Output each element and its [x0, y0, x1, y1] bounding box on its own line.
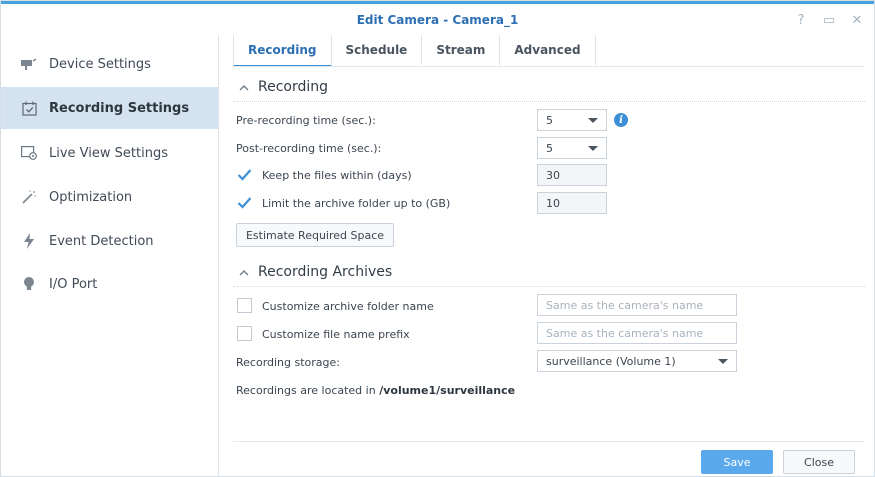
tab-stream[interactable]: Stream	[422, 35, 501, 65]
sidebar-item-label: Event Detection	[49, 233, 154, 249]
sidebar-item-device-settings[interactable]: Device Settings	[1, 43, 218, 85]
lightning-icon	[21, 233, 37, 249]
calendar-check-icon	[21, 100, 37, 116]
section-divider	[233, 101, 865, 102]
keep-files-days-input[interactable]: 30	[537, 164, 607, 186]
sidebar: Device Settings Recording Settings Live …	[1, 35, 219, 476]
sidebar-item-label: I/O Port	[49, 276, 98, 292]
recording-section-header[interactable]: Recording	[239, 79, 328, 95]
info-icon[interactable]: i	[614, 113, 628, 127]
section-title: Recording Archives	[258, 264, 393, 280]
tab-bar: Recording Schedule Stream Advanced	[233, 35, 596, 67]
camera-icon	[21, 56, 37, 72]
footer-divider	[233, 441, 865, 442]
limit-archive-gb-input[interactable]: 10	[537, 192, 607, 214]
chevron-down-icon	[718, 359, 728, 364]
save-button[interactable]: Save	[701, 450, 773, 474]
recording-storage-select[interactable]: surveillance (Volume 1)	[537, 350, 737, 372]
sidebar-item-label: Optimization	[49, 189, 133, 205]
sidebar-item-optimization[interactable]: Optimization	[1, 176, 218, 218]
tab-schedule[interactable]: Schedule	[332, 35, 423, 65]
sidebar-item-label: Live View Settings	[49, 145, 168, 161]
location-prefix: Recordings are located in	[236, 384, 380, 397]
pre-recording-label: Pre-recording time (sec.):	[236, 114, 376, 127]
custom-folder-checkbox[interactable]	[237, 298, 252, 313]
custom-prefix-label: Customize file name prefix	[262, 328, 410, 341]
section-divider	[233, 286, 865, 287]
keep-files-checkbox[interactable]	[237, 167, 252, 182]
pre-recording-value: 5	[546, 113, 553, 127]
custom-prefix-input[interactable]: Same as the camera's name	[537, 322, 737, 344]
magic-wand-icon	[21, 189, 37, 205]
post-recording-select[interactable]: 5	[537, 137, 607, 159]
chevron-up-icon	[239, 81, 249, 94]
sidebar-item-label: Recording Settings	[49, 100, 190, 116]
sidebar-item-recording-settings[interactable]: Recording Settings	[1, 87, 218, 129]
close-button[interactable]: Close	[783, 450, 855, 474]
bulb-icon	[21, 276, 37, 292]
limit-archive-label: Limit the archive folder up to (GB)	[262, 197, 451, 210]
check-icon	[237, 197, 252, 209]
title-bar: Edit Camera - Camera_1 ? ▭ ✕	[1, 1, 874, 35]
post-recording-label: Post-recording time (sec.):	[236, 142, 382, 155]
estimate-space-button[interactable]: Estimate Required Space	[236, 223, 394, 247]
custom-prefix-checkbox[interactable]	[237, 326, 252, 341]
tab-recording[interactable]: Recording	[233, 35, 332, 67]
archives-section-header[interactable]: Recording Archives	[239, 264, 392, 280]
custom-folder-input[interactable]: Same as the camera's name	[537, 294, 737, 316]
check-icon	[237, 169, 252, 181]
post-recording-value: 5	[546, 141, 553, 155]
section-title: Recording	[258, 79, 329, 95]
custom-folder-label: Customize archive folder name	[262, 300, 434, 313]
recording-storage-value: surveillance (Volume 1)	[546, 354, 676, 368]
recording-storage-label: Recording storage:	[236, 356, 341, 369]
sidebar-item-live-view-settings[interactable]: Live View Settings	[1, 132, 218, 174]
sidebar-item-label: Device Settings	[49, 56, 151, 72]
chevron-down-icon	[588, 118, 598, 123]
limit-archive-checkbox[interactable]	[237, 195, 252, 210]
location-path: /volume1/surveillance	[379, 384, 516, 397]
tab-advanced[interactable]: Advanced	[500, 35, 596, 65]
dialog-title: Edit Camera - Camera_1	[356, 13, 519, 27]
edit-camera-dialog: Edit Camera - Camera_1 ? ▭ ✕ Device Sett…	[0, 0, 875, 477]
sidebar-item-event-detection[interactable]: Event Detection	[1, 220, 218, 262]
sidebar-item-io-port[interactable]: I/O Port	[1, 263, 218, 305]
close-icon[interactable]: ✕	[850, 13, 864, 28]
help-icon[interactable]: ?	[794, 13, 808, 28]
chevron-down-icon	[588, 146, 598, 151]
keep-files-label: Keep the files within (days)	[262, 169, 412, 182]
window-controls: ? ▭ ✕	[794, 13, 864, 28]
tab-divider	[233, 66, 865, 67]
chevron-up-icon	[239, 266, 249, 279]
recordings-location: Recordings are located in /volume1/surve…	[236, 384, 515, 397]
maximize-icon[interactable]: ▭	[822, 13, 836, 28]
pre-recording-select[interactable]: 5	[537, 109, 607, 131]
live-view-icon	[21, 145, 37, 161]
